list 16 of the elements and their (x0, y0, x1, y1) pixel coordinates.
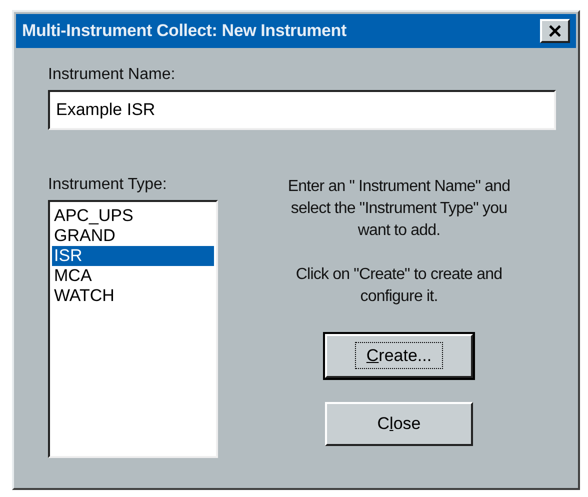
close-icon (548, 25, 562, 37)
dialog-button[interactable]: Close (325, 402, 473, 446)
window-title: Multi-Instrument Collect: New Instrument (22, 21, 346, 41)
list-label: Instrument Type: (48, 176, 168, 194)
dialog-button[interactable]: Create... (325, 334, 473, 378)
list-item[interactable]: WATCH (52, 286, 214, 306)
instruction-text: Click on "Create" to create and configure it. (294, 265, 504, 307)
close-button[interactable] (540, 19, 570, 43)
instruction-text: Enter an " Instrument Name" and select the "Instrument Type" you want to add. (286, 177, 512, 241)
field-label: Instrument Name: (48, 66, 176, 84)
list-item[interactable]: APC_UPS (52, 206, 214, 226)
list-item[interactable]: MCA (52, 266, 214, 286)
list-item[interactable]: ISR (52, 246, 214, 266)
list-item[interactable]: GRAND (52, 226, 214, 246)
type-list[interactable]: APC_UPS GRAND ISR MCA WATCH (48, 200, 218, 458)
name-field[interactable]: Example ISR (48, 90, 556, 130)
